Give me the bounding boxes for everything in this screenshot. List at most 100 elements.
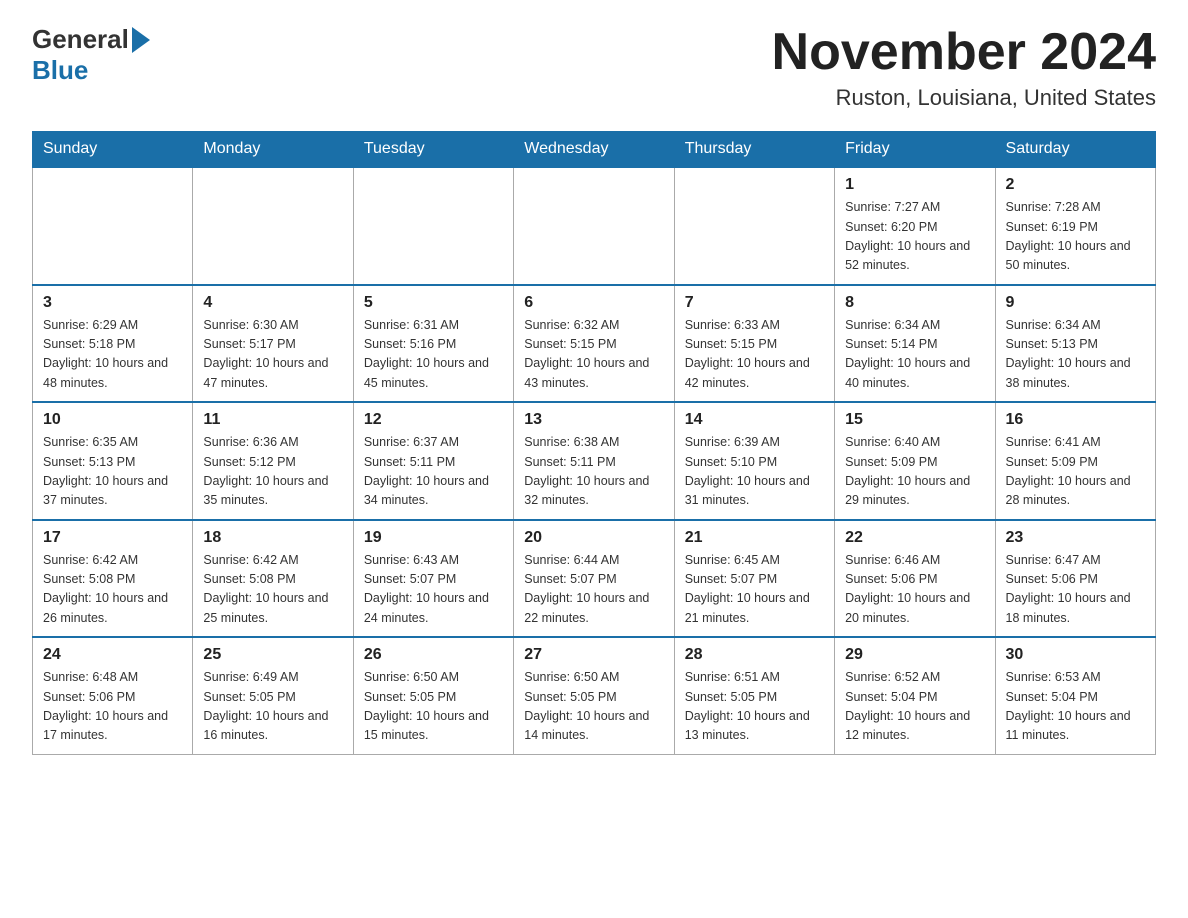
week-row-5: 24 Sunrise: 6:48 AM Sunset: 5:06 PM Dayli…	[33, 637, 1156, 754]
day-number: 18	[203, 529, 342, 547]
calendar-cell: 3Sunrise: 6:29 AM Sunset: 5:18 PM Daylig…	[33, 285, 193, 403]
col-header-thursday: Thursday	[674, 132, 834, 168]
col-header-saturday: Saturday	[995, 132, 1155, 168]
day-info: Sunrise: 6:43 AM Sunset: 5:07 PM Dayligh…	[364, 551, 503, 629]
day-info: Sunrise: 6:42 AM Sunset: 5:08 PM Dayligh…	[203, 551, 342, 629]
day-info: Sunrise: 6:38 AM Sunset: 5:11 PM Dayligh…	[524, 433, 663, 511]
calendar-cell: 11 Sunrise: 6:36 AM Sunset: 5:12 PM Dayli…	[193, 402, 353, 520]
col-header-sunday: Sunday	[33, 132, 193, 168]
calendar-cell: 17Sunrise: 6:42 AM Sunset: 5:08 PM Dayli…	[33, 520, 193, 638]
col-header-wednesday: Wednesday	[514, 132, 674, 168]
day-info: Sunrise: 6:35 AM Sunset: 5:13 PM Dayligh…	[43, 433, 182, 511]
day-info: Sunrise: 6:49 AM Sunset: 5:05 PM Dayligh…	[203, 668, 342, 746]
calendar-cell: 28 Sunrise: 6:51 AM Sunset: 5:05 PM Dayli…	[674, 637, 834, 754]
day-number: 7	[685, 294, 824, 312]
day-info: Sunrise: 6:41 AM Sunset: 5:09 PM Dayligh…	[1006, 433, 1145, 511]
day-number: 1	[845, 176, 984, 194]
day-info: Sunrise: 6:44 AM Sunset: 5:07 PM Dayligh…	[524, 551, 663, 629]
day-info: Sunrise: 6:53 AM Sunset: 5:04 PM Dayligh…	[1006, 668, 1145, 746]
day-info: Sunrise: 6:51 AM Sunset: 5:05 PM Dayligh…	[685, 668, 824, 746]
day-number: 8	[845, 294, 984, 312]
location-subtitle: Ruston, Louisiana, United States	[772, 85, 1156, 111]
day-number: 28	[685, 646, 824, 664]
calendar-cell	[514, 167, 674, 285]
week-row-4: 17 Sunrise: 6:42 AM Sunset: 5:08 PM Dayli…	[33, 520, 1156, 638]
day-number: 29	[845, 646, 984, 664]
logo-general-text: General	[32, 24, 129, 55]
day-number: 6	[524, 294, 663, 312]
week-row-3: 10 Sunrise: 6:35 AM Sunset: 5:13 PM Dayli…	[33, 402, 1156, 520]
calendar-table: SundayMondayTuesdayWednesdayThursdayFrid…	[32, 131, 1156, 755]
calendar-cell: 1 Sunrise: 7:27 AM Sunset: 6:20 PM Daylig…	[835, 167, 995, 285]
day-info: Sunrise: 6:36 AM Sunset: 5:12 PM Dayligh…	[203, 433, 342, 511]
day-info: Sunrise: 6:32 AM Sunset: 5:15 PM Dayligh…	[524, 316, 663, 394]
calendar-cell: 16 Sunrise: 6:41 AM Sunset: 5:09 PM Dayli…	[995, 402, 1155, 520]
day-info: Sunrise: 6:39 AM Sunset: 5:10 PM Dayligh…	[685, 433, 824, 511]
calendar-cell: 2 Sunrise: 7:28 AM Sunset: 6:19 PM Daylig…	[995, 167, 1155, 285]
day-number: 19	[364, 529, 503, 547]
calendar-cell: 24 Sunrise: 6:48 AM Sunset: 5:06 PM Dayli…	[33, 637, 193, 754]
day-number: 30	[1006, 646, 1145, 664]
calendar-cell: 29Sunrise: 6:52 AM Sunset: 5:04 PM Dayli…	[835, 637, 995, 754]
day-number: 10	[43, 411, 182, 429]
day-number: 4	[203, 294, 342, 312]
day-info: Sunrise: 6:45 AM Sunset: 5:07 PM Dayligh…	[685, 551, 824, 629]
calendar-cell	[193, 167, 353, 285]
logo-blue-text: Blue	[32, 55, 150, 86]
day-number: 16	[1006, 411, 1145, 429]
calendar-cell: 6 Sunrise: 6:32 AM Sunset: 5:15 PM Daylig…	[514, 285, 674, 403]
day-number: 25	[203, 646, 342, 664]
day-info: Sunrise: 7:28 AM Sunset: 6:19 PM Dayligh…	[1006, 198, 1145, 276]
day-info: Sunrise: 6:33 AM Sunset: 5:15 PM Dayligh…	[685, 316, 824, 394]
calendar-cell: 21Sunrise: 6:45 AM Sunset: 5:07 PM Dayli…	[674, 520, 834, 638]
day-number: 2	[1006, 176, 1145, 194]
day-number: 11	[203, 411, 342, 429]
page-header: General Blue November 2024 Ruston, Louis…	[32, 24, 1156, 111]
day-number: 3	[43, 294, 182, 312]
calendar-cell: 15 Sunrise: 6:40 AM Sunset: 5:09 PM Dayli…	[835, 402, 995, 520]
calendar-cell: 30 Sunrise: 6:53 AM Sunset: 5:04 PM Dayli…	[995, 637, 1155, 754]
day-number: 13	[524, 411, 663, 429]
day-number: 15	[845, 411, 984, 429]
week-row-1: 1 Sunrise: 7:27 AM Sunset: 6:20 PM Daylig…	[33, 167, 1156, 285]
calendar-cell: 18 Sunrise: 6:42 AM Sunset: 5:08 PM Dayli…	[193, 520, 353, 638]
calendar-cell: 25 Sunrise: 6:49 AM Sunset: 5:05 PM Dayli…	[193, 637, 353, 754]
day-number: 14	[685, 411, 824, 429]
month-title: November 2024	[772, 24, 1156, 81]
title-area: November 2024 Ruston, Louisiana, United …	[772, 24, 1156, 111]
week-row-2: 3Sunrise: 6:29 AM Sunset: 5:18 PM Daylig…	[33, 285, 1156, 403]
day-number: 12	[364, 411, 503, 429]
day-info: Sunrise: 6:46 AM Sunset: 5:06 PM Dayligh…	[845, 551, 984, 629]
day-number: 17	[43, 529, 182, 547]
calendar-cell: 14 Sunrise: 6:39 AM Sunset: 5:10 PM Dayli…	[674, 402, 834, 520]
day-number: 24	[43, 646, 182, 664]
day-info: Sunrise: 6:37 AM Sunset: 5:11 PM Dayligh…	[364, 433, 503, 511]
day-info: Sunrise: 6:48 AM Sunset: 5:06 PM Dayligh…	[43, 668, 182, 746]
day-number: 20	[524, 529, 663, 547]
day-info: Sunrise: 7:27 AM Sunset: 6:20 PM Dayligh…	[845, 198, 984, 276]
calendar-cell: 4 Sunrise: 6:30 AM Sunset: 5:17 PM Daylig…	[193, 285, 353, 403]
calendar-cell: 10 Sunrise: 6:35 AM Sunset: 5:13 PM Dayli…	[33, 402, 193, 520]
day-info: Sunrise: 6:40 AM Sunset: 5:09 PM Dayligh…	[845, 433, 984, 511]
calendar-cell: 23Sunrise: 6:47 AM Sunset: 5:06 PM Dayli…	[995, 520, 1155, 638]
calendar-cell: 26Sunrise: 6:50 AM Sunset: 5:05 PM Dayli…	[353, 637, 513, 754]
calendar-cell: 13 Sunrise: 6:38 AM Sunset: 5:11 PM Dayli…	[514, 402, 674, 520]
calendar-cell	[353, 167, 513, 285]
day-info: Sunrise: 6:50 AM Sunset: 5:05 PM Dayligh…	[524, 668, 663, 746]
calendar-cell: 8 Sunrise: 6:34 AM Sunset: 5:14 PM Daylig…	[835, 285, 995, 403]
calendar-cell: 9Sunrise: 6:34 AM Sunset: 5:13 PM Daylig…	[995, 285, 1155, 403]
logo: General Blue	[32, 24, 150, 86]
day-number: 26	[364, 646, 503, 664]
day-info: Sunrise: 6:30 AM Sunset: 5:17 PM Dayligh…	[203, 316, 342, 394]
calendar-cell	[674, 167, 834, 285]
day-info: Sunrise: 6:34 AM Sunset: 5:13 PM Dayligh…	[1006, 316, 1145, 394]
day-info: Sunrise: 6:31 AM Sunset: 5:16 PM Dayligh…	[364, 316, 503, 394]
calendar-cell: 27 Sunrise: 6:50 AM Sunset: 5:05 PM Dayli…	[514, 637, 674, 754]
logo-arrow-icon	[132, 27, 150, 53]
calendar-cell: 12 Sunrise: 6:37 AM Sunset: 5:11 PM Dayli…	[353, 402, 513, 520]
day-info: Sunrise: 6:34 AM Sunset: 5:14 PM Dayligh…	[845, 316, 984, 394]
day-info: Sunrise: 6:47 AM Sunset: 5:06 PM Dayligh…	[1006, 551, 1145, 629]
calendar-cell: 5Sunrise: 6:31 AM Sunset: 5:16 PM Daylig…	[353, 285, 513, 403]
calendar-cell: 7 Sunrise: 6:33 AM Sunset: 5:15 PM Daylig…	[674, 285, 834, 403]
day-number: 27	[524, 646, 663, 664]
